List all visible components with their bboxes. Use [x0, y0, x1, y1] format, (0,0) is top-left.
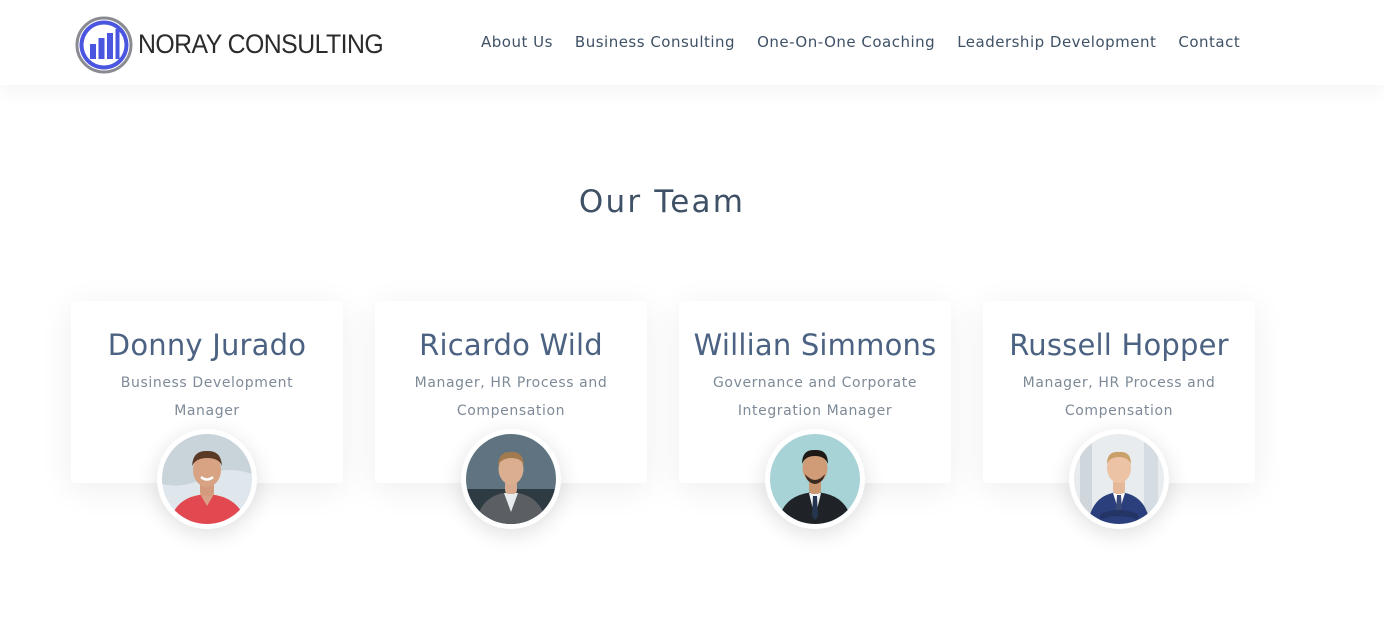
avatar	[157, 429, 257, 529]
avatar	[765, 429, 865, 529]
section-title: Our Team	[578, 184, 746, 220]
site-header: NORAY CONSULTING About Us Business Consu…	[0, 0, 1384, 85]
avatar-photo	[1074, 434, 1164, 524]
avatar-photo	[770, 434, 860, 524]
nav-contact[interactable]: Contact	[1178, 33, 1240, 51]
logo[interactable]: NORAY CONSULTING	[75, 16, 404, 73]
logo-text: NORAY CONSULTING	[138, 29, 384, 59]
main-nav: About Us Business Consulting One-On-One …	[481, 33, 1240, 51]
avatar-photo	[162, 434, 252, 524]
nav-leadership-development[interactable]: Leadership Development	[957, 33, 1156, 51]
member-name: Ricardo Wild	[419, 328, 603, 362]
avatar	[1069, 429, 1169, 529]
nav-business-consulting[interactable]: Business Consulting	[575, 33, 735, 51]
nav-about-us[interactable]: About Us	[481, 33, 553, 51]
member-role: Manager, HR Process and Compensation	[1022, 375, 1216, 419]
nav-one-on-one-coaching[interactable]: One-On-One Coaching	[757, 33, 935, 51]
member-name: Willian Simmons	[693, 328, 937, 362]
member-role: Governance and Corporate Integration Man…	[712, 375, 918, 419]
logo-bar-chart-icon	[75, 16, 133, 73]
member-name: Donny Jurado	[107, 328, 307, 362]
member-role: Business Development Manager	[120, 375, 294, 419]
member-role: Manager, HR Process and Compensation	[414, 375, 608, 419]
avatar-photo	[466, 434, 556, 524]
avatar	[461, 429, 561, 529]
member-name: Russell Hopper	[1009, 328, 1229, 362]
